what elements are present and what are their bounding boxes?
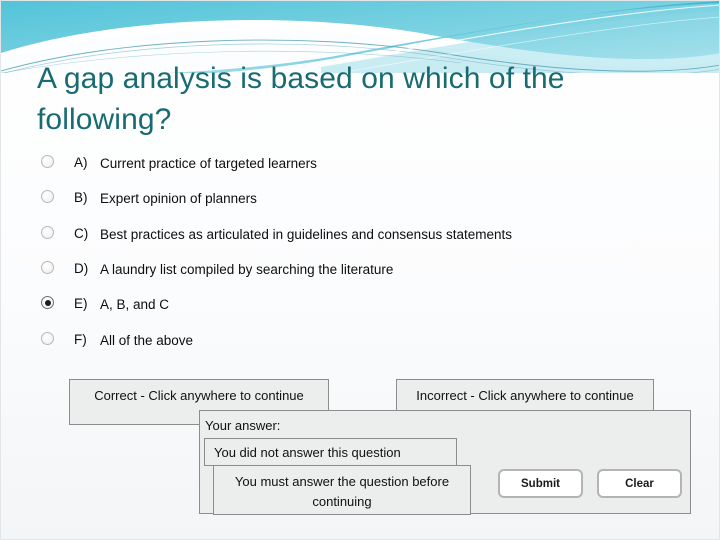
radio-button-a[interactable] xyxy=(41,155,54,168)
option-f[interactable]: F) All of the above xyxy=(41,330,541,351)
radio-button-f[interactable] xyxy=(41,331,54,345)
option-c[interactable]: C) Best practices as articulated in guid… xyxy=(41,224,541,245)
correct-feedback-text: Correct - Click anywhere to continue xyxy=(94,388,304,403)
option-text-f: All of the above xyxy=(100,332,194,348)
option-e[interactable]: E) A, B, and C xyxy=(41,294,541,315)
option-letter-a: A) xyxy=(74,155,88,170)
option-text-c: Best practices as articulated in guideli… xyxy=(100,226,512,242)
not-answered-text: You did not answer this question xyxy=(214,445,401,460)
option-a[interactable]: A) Current practice of targeted learners xyxy=(41,153,541,174)
radio-button-d[interactable] xyxy=(41,260,54,274)
option-text-d: A laundry list compiled by searching the… xyxy=(100,261,394,277)
option-b[interactable]: B) Expert opinion of planners xyxy=(41,188,541,209)
must-answer-panel: You must answer the question before cont… xyxy=(213,465,471,515)
option-d[interactable]: D) A laundry list compiled by searching … xyxy=(41,259,541,280)
not-answered-panel: You did not answer this question xyxy=(204,438,457,466)
option-text-b: Expert opinion of planners xyxy=(100,191,257,207)
question-title: A gap analysis is based on which of the … xyxy=(37,62,565,136)
quiz-slide: A gap analysis is based on which of the … xyxy=(0,0,720,540)
radio-button-e[interactable] xyxy=(41,296,54,310)
radio-button-b[interactable] xyxy=(41,190,54,204)
option-letter-b: B) xyxy=(74,190,88,206)
option-letter-f: F) xyxy=(74,331,87,347)
your-answer-label: Your answer: xyxy=(205,418,281,433)
quiz-controls: Submit Clear xyxy=(498,469,682,498)
must-answer-text: You must answer the question before cont… xyxy=(234,474,450,510)
clear-button[interactable]: Clear xyxy=(597,469,682,498)
answer-options-list: A) Current practice of targeted learners… xyxy=(41,153,541,365)
option-text-a: Current practice of targeted learners xyxy=(100,156,317,171)
option-letter-e: E) xyxy=(74,296,88,312)
submit-button[interactable]: Submit xyxy=(498,469,583,498)
option-letter-c: C) xyxy=(74,225,89,241)
incorrect-feedback-text: Incorrect - Click anywhere to continue xyxy=(416,388,634,403)
option-letter-d: D) xyxy=(74,260,89,276)
radio-button-c[interactable] xyxy=(41,225,54,239)
option-text-e: A, B, and C xyxy=(100,297,170,313)
